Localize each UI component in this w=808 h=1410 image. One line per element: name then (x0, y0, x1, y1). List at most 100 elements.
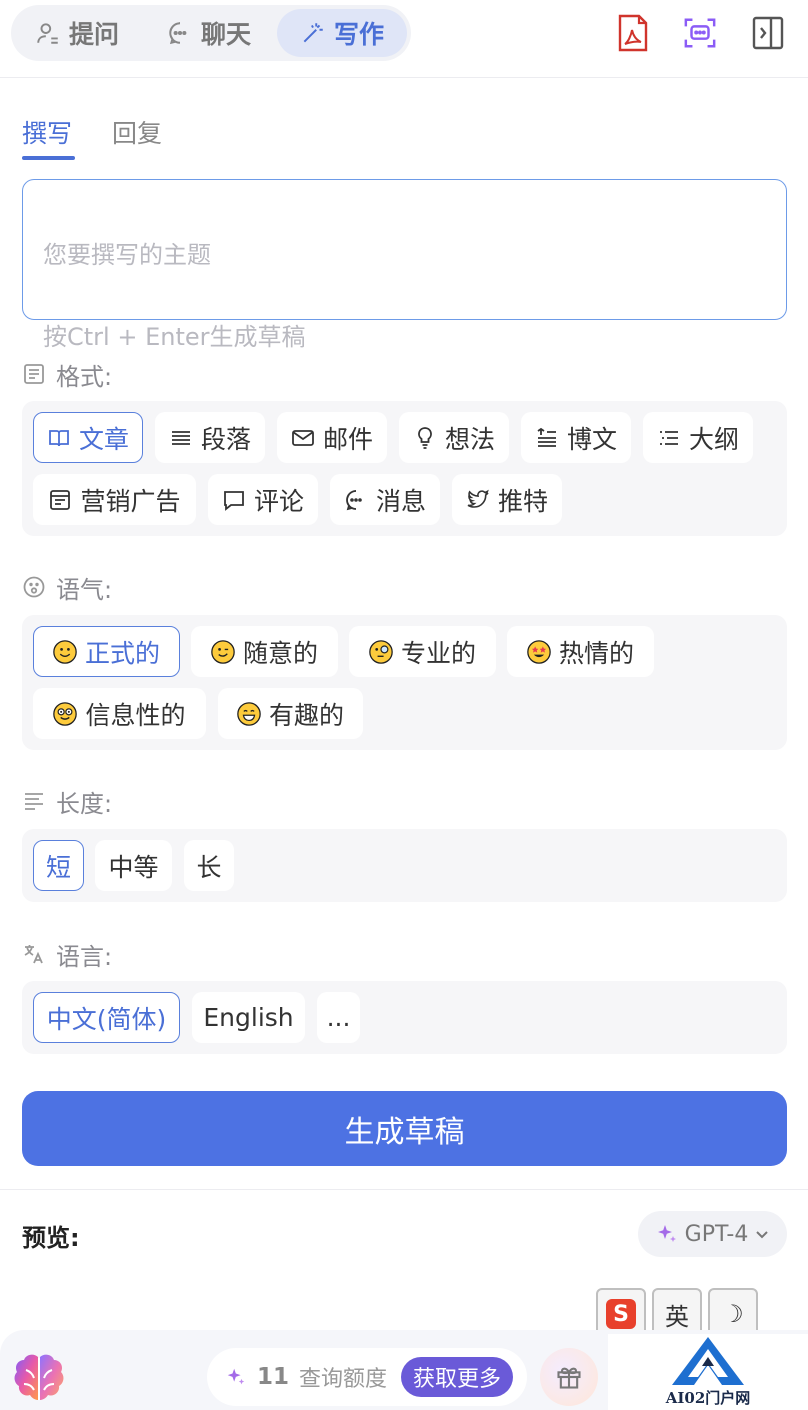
length-option-label: 中等 (108, 852, 159, 882)
format-option-blog[interactable]: 博文 (521, 412, 631, 463)
grin-emoji-icon (237, 701, 261, 726)
tone-option-professional[interactable]: 专业的 (349, 626, 496, 677)
format-option-ad[interactable]: 营销广告 (33, 474, 196, 525)
language-panel: 中文(简体) English ... (22, 981, 787, 1054)
format-panel: 文章 段落 邮件 想法 博文 大纲 营销广告 评论 消息 推特 (22, 401, 787, 536)
language-option-zh-hans[interactable]: 中文(简体) (33, 992, 180, 1043)
subtab-active-indicator (22, 156, 75, 160)
tone-option-formal[interactable]: 正式的 (33, 626, 180, 677)
ad-icon (50, 489, 71, 510)
format-option-paragraph[interactable]: 段落 (155, 412, 265, 463)
smile-emoji-icon (53, 639, 77, 664)
tab-write[interactable]: 写作 (277, 9, 407, 57)
language-option-label: 中文(简体) (46, 1004, 167, 1034)
watermark: AI02门户网 (608, 1334, 808, 1410)
lightbulb-icon (418, 426, 432, 449)
quota-count: 11 (257, 1364, 290, 1390)
topic-input[interactable]: 您要撰写的主题 按Ctrl + Enter生成草稿 (22, 179, 787, 351)
brain-logo[interactable] (12, 1352, 66, 1404)
tone-panel: 正式的 随意的 专业的 热情的 信息性的 有趣的 (22, 615, 787, 750)
tone-label: 语气: (22, 571, 113, 604)
tone-option-funny[interactable]: 有趣的 (218, 688, 363, 739)
format-option-label: 段落 (200, 424, 251, 454)
tone-option-informative[interactable]: 信息性的 (33, 688, 206, 739)
subtab-reply[interactable]: 回复 (112, 114, 162, 150)
message-icon (346, 489, 362, 510)
chat-bubble-icon (169, 22, 187, 45)
subtab-compose[interactable]: 撰写 (22, 114, 72, 150)
get-more-button[interactable]: 获取更多 (401, 1357, 514, 1397)
mail-icon (292, 429, 314, 446)
language-option-more[interactable]: ... (317, 992, 360, 1043)
model-selector[interactable]: GPT-4 (638, 1211, 787, 1257)
comment-icon (224, 490, 244, 511)
format-option-label: 营销广告 (80, 486, 181, 516)
screenshot-chat-button[interactable] (683, 14, 717, 52)
text-length-icon (25, 793, 43, 810)
tone-option-label: 随意的 (242, 638, 318, 668)
gift-button[interactable] (540, 1348, 598, 1406)
language-label-text: 语言: (56, 942, 113, 971)
tone-option-enthusiastic[interactable]: 热情的 (507, 626, 654, 677)
format-option-outline[interactable]: 大纲 (643, 412, 753, 463)
monocle-emoji-icon (369, 639, 393, 664)
topic-placeholder-line2: 按Ctrl + Enter生成草稿 (43, 323, 306, 351)
format-option-email[interactable]: 邮件 (277, 412, 387, 463)
moon-icon: ☽ (722, 1300, 744, 1328)
sidebar-toggle-icon (752, 16, 784, 50)
gift-icon (557, 1367, 581, 1389)
length-option-medium[interactable]: 中等 (95, 840, 172, 891)
length-option-label: 长 (196, 852, 222, 882)
generate-draft-button[interactable]: 生成草稿 (22, 1091, 787, 1166)
tone-option-label: 正式的 (84, 638, 160, 668)
quota-label: 查询额度 (299, 1367, 388, 1392)
format-option-label: 文章 (78, 424, 129, 454)
tab-write-label: 写作 (333, 20, 384, 49)
tab-chat-label: 聊天 (200, 20, 251, 49)
format-option-label: 大纲 (688, 424, 739, 454)
tone-option-label: 专业的 (400, 638, 476, 668)
star-eyes-emoji-icon (527, 639, 551, 664)
length-panel: 短 中等 长 (22, 829, 787, 902)
chevron-down-icon (756, 1231, 769, 1239)
tone-option-label: 热情的 (558, 638, 634, 668)
sparkle-icon (227, 1368, 245, 1385)
tab-chat[interactable]: 聊天 (147, 9, 271, 57)
surprised-face-icon (23, 576, 45, 598)
language-label: 语言: (22, 938, 113, 971)
length-label: 长度: (22, 785, 112, 818)
wink-emoji-icon (211, 639, 235, 664)
format-option-twitter[interactable]: 推特 (452, 474, 562, 525)
lines-icon (171, 430, 190, 445)
format-label: 格式: (22, 358, 113, 391)
top-bar: 提问 聊天 写作 (0, 0, 808, 78)
tab-ask[interactable]: 提问 (15, 9, 139, 57)
tone-option-casual[interactable]: 随意的 (191, 626, 338, 677)
magic-wand-icon (303, 23, 323, 43)
quota-pill: 11 查询额度 获取更多 (207, 1348, 527, 1406)
format-option-idea[interactable]: 想法 (399, 412, 509, 463)
watermark-text: AI02门户网 (665, 1389, 751, 1407)
format-option-article[interactable]: 文章 (33, 412, 143, 463)
watermark-logo-icon (672, 1337, 744, 1385)
mode-switcher: 提问 聊天 写作 (11, 5, 411, 61)
screenshot-chat-icon (684, 18, 716, 48)
ime-lang-label: 英 (665, 1302, 689, 1331)
blog-icon (537, 427, 556, 447)
list-icon (659, 430, 678, 445)
length-option-short[interactable]: 短 (33, 840, 84, 891)
format-option-comment[interactable]: 评论 (208, 474, 318, 525)
format-option-label: 推特 (497, 486, 548, 516)
language-option-english[interactable]: English (192, 992, 305, 1043)
format-option-message[interactable]: 消息 (330, 474, 440, 525)
nerd-emoji-icon (53, 701, 78, 726)
length-option-long[interactable]: 长 (184, 840, 234, 891)
pdf-button[interactable] (616, 14, 650, 52)
length-option-label: 短 (45, 852, 71, 882)
format-option-label: 博文 (566, 424, 617, 454)
tone-label-text: 语气: (56, 575, 113, 604)
format-label-text: 格式: (56, 362, 113, 391)
format-option-label: 想法 (444, 424, 495, 454)
sidebar-toggle-button[interactable] (751, 14, 785, 52)
ime-logo-icon: S (606, 1299, 636, 1329)
